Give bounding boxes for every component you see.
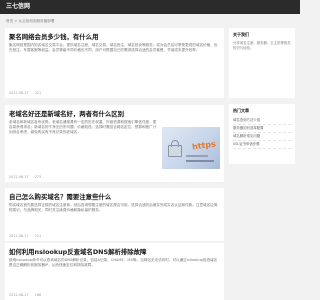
sidebar-link[interactable]: 域名查询方法介绍 <box>233 117 291 125</box>
date-text: 2022-06-17 <box>9 91 29 95</box>
sidebar-link[interactable]: 服务器如何选择配置 <box>233 125 291 133</box>
article-excerpt: 聚名网络是国内知名域名交易平台，提供域名注册、域名交易、域名抢注、域名拍卖等服务… <box>9 43 218 53</box>
article-title[interactable]: 自己怎么购买域名？需要注意些什么 <box>9 193 220 201</box>
https-text: https <box>191 139 217 152</box>
decorative-bar <box>186 155 208 157</box>
decorative-bar <box>186 160 214 162</box>
sidebar-title: 关于我们 <box>233 32 249 37</box>
views-count: 273 <box>34 175 42 179</box>
article-title[interactable]: 老域名好还是新域名好，两者有什么区别 <box>9 110 159 118</box>
article-card: 老域名好还是新域名好，两者有什么区别 老域名和新域名各有优势。老域名通常具有一定… <box>5 105 224 182</box>
article-meta: 2022-06-17 273 <box>9 175 41 179</box>
article-excerpt: 购买域名首先要选择正规的域名注册商，然后查询想要注册的域名是否可用，选择合适的后… <box>9 203 218 213</box>
article-meta: 2022-06-17 321 <box>9 91 41 95</box>
views-count: 211 <box>34 234 42 238</box>
sidebar-link[interactable]: SSL证书申请步骤 <box>233 141 291 149</box>
top-navigation-bar: 三七信网 <box>0 0 300 14</box>
lock-icon <box>168 140 182 157</box>
breadcrumb: 首页 > 从云检测到服务器部署 <box>6 19 55 23</box>
article-card: 如何利用nslookup反查域名DNS解析排除故障 使用nslookup命令可以… <box>5 243 224 300</box>
views-count: 188 <box>34 293 42 297</box>
article-card: 自己怎么购买域名？需要注意些什么 购买域名首先要选择正规的域名注册商，然后查询想… <box>5 188 224 241</box>
sidebar-about: 关于我们 分享域名注册、服务器、云主机等相关知识与经验。 <box>229 28 295 98</box>
article-meta: 2022-06-17 188 <box>9 293 41 297</box>
date-text: 2022-06-17 <box>9 234 29 238</box>
article-title[interactable]: 聚名网络会员多少钱，有什么用 <box>9 33 220 41</box>
article-thumbnail[interactable]: https <box>162 127 220 169</box>
sidebar-hot-articles: 热门文章 域名查询方法介绍 服务器如何选择配置 域名解析常见问题 SSL证书申请… <box>229 104 295 164</box>
site-logo[interactable]: 三七信网 <box>6 2 30 12</box>
article-card: 聚名网络会员多少钱，有什么用 聚名网络是国内知名域名交易平台，提供域名注册、域名… <box>5 28 224 98</box>
views-count: 321 <box>34 91 42 95</box>
article-meta: 2022-06-17 211 <box>9 234 41 238</box>
article-excerpt: 使用nslookup命令可以查询域名的DNS解析记录，包括A记录、CNAME、M… <box>9 258 218 268</box>
sidebar-text: 分享域名注册、服务器、云主机等相关知识与经验。 <box>233 41 291 50</box>
sidebar-link[interactable]: 域名解析常见问题 <box>233 133 291 141</box>
sidebar-title: 热门文章 <box>233 108 249 113</box>
article-excerpt: 老域名和新域名各有优势。老域名通常具有一定的历史权重、外链资源和搜索引擎信任度，… <box>9 120 157 135</box>
date-text: 2022-06-17 <box>9 293 29 297</box>
article-title[interactable]: 如何利用nslookup反查域名DNS解析排除故障 <box>9 248 220 256</box>
date-text: 2022-06-17 <box>9 175 29 179</box>
article-text-column: 老域名好还是新域名好，两者有什么区别 老域名和新域名各有优势。老域名通常具有一定… <box>9 109 159 136</box>
